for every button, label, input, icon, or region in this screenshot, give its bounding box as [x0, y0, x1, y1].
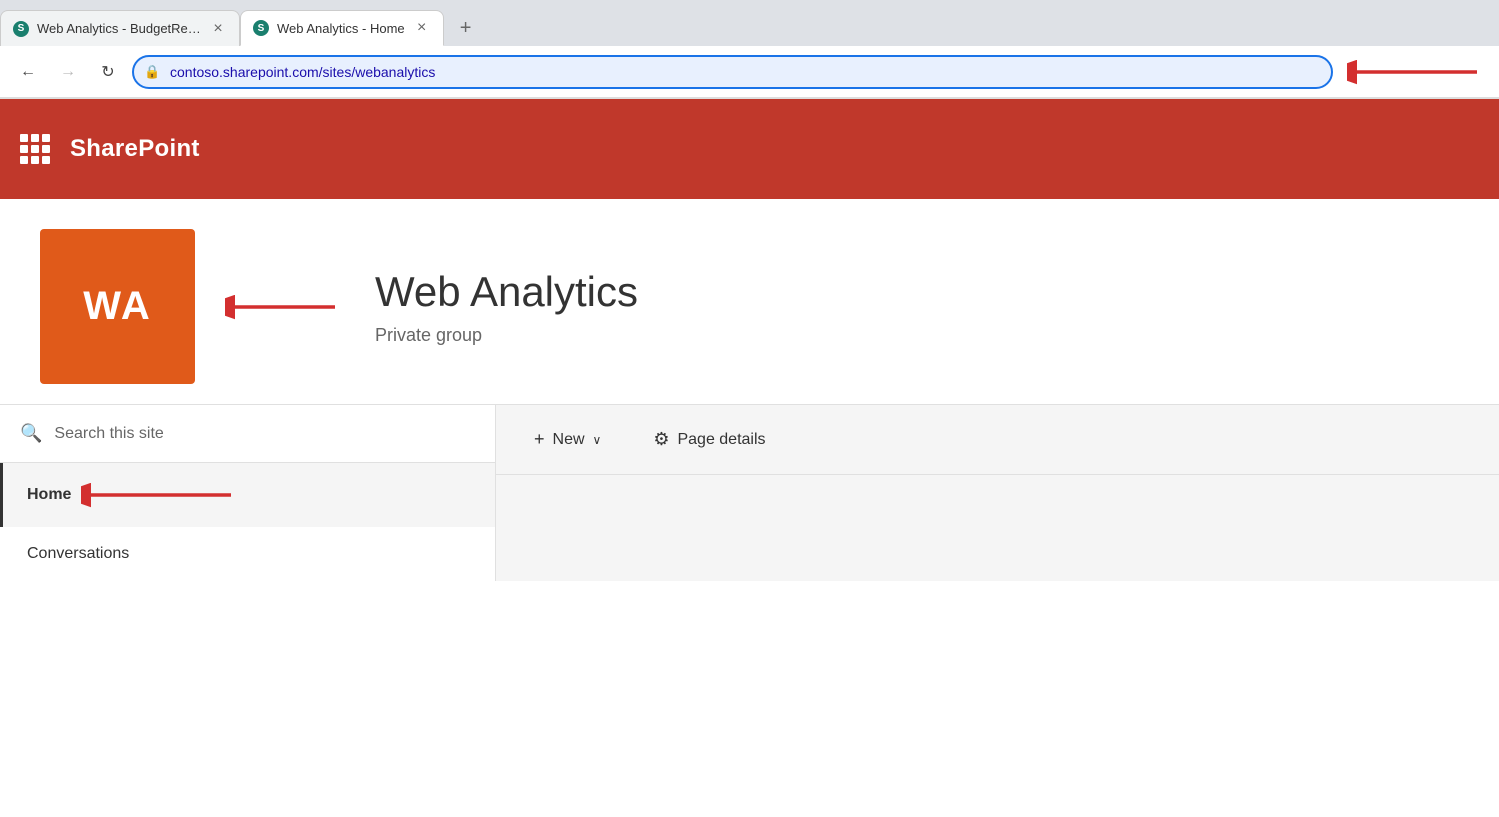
- address-bar[interactable]: [132, 55, 1333, 89]
- nav-item-home[interactable]: Home: [0, 463, 495, 527]
- logo-arrow-svg: [225, 292, 345, 322]
- nav-area: 🔍 Search this site Home Conversations: [0, 404, 1499, 581]
- browser-chrome: S Web Analytics - BudgetRequests × S Web…: [0, 0, 1499, 99]
- waffle-dot: [42, 145, 50, 153]
- tab-favicon-1: S: [13, 21, 29, 37]
- forward-button[interactable]: →: [52, 56, 84, 88]
- site-logo: WA: [40, 229, 195, 384]
- site-subtitle: Private group: [375, 325, 638, 346]
- waffle-dot: [31, 156, 39, 164]
- page-details-button[interactable]: ⚙ Page details: [639, 421, 779, 458]
- back-button[interactable]: ←: [12, 56, 44, 88]
- site-title: Web Analytics: [375, 267, 638, 317]
- waffle-dot: [20, 134, 28, 142]
- gear-icon: ⚙: [653, 429, 669, 450]
- waffle-dot: [31, 134, 39, 142]
- address-arrow-annotation: [1347, 57, 1487, 87]
- new-plus-icon: +: [534, 429, 545, 450]
- sharepoint-logo-text: SharePoint: [70, 135, 200, 163]
- waffle-button[interactable]: [20, 134, 50, 164]
- nav-items: Home Conversations: [0, 463, 495, 581]
- content-toolbar: + New ∨ ⚙ Page details: [496, 405, 1499, 475]
- new-button-label: New: [553, 431, 585, 449]
- tab-close-2[interactable]: ×: [413, 19, 431, 37]
- site-info: Web Analytics Private group: [375, 267, 638, 346]
- waffle-dot: [31, 145, 39, 153]
- waffle-dot: [42, 134, 50, 142]
- page-details-label: Page details: [677, 431, 765, 449]
- search-placeholder-text: Search this site: [54, 425, 163, 443]
- nav-item-conversations[interactable]: Conversations: [0, 527, 495, 581]
- search-box[interactable]: 🔍 Search this site: [0, 405, 495, 463]
- site-header: WA Web Analytics Private group: [0, 199, 1499, 384]
- search-icon: 🔍: [20, 423, 42, 444]
- address-bar-row: ← → ↻ 🔒: [0, 46, 1499, 98]
- tab-budget-requests[interactable]: S Web Analytics - BudgetRequests ×: [0, 10, 240, 46]
- tab-label-2: Web Analytics - Home: [277, 21, 405, 36]
- tab-label-1: Web Analytics - BudgetRequests: [37, 21, 201, 36]
- waffle-dot: [20, 145, 28, 153]
- tab-favicon-text-1: S: [18, 23, 25, 34]
- site-logo-initials: WA: [83, 284, 151, 329]
- nav-item-conversations-label: Conversations: [27, 545, 129, 563]
- lock-icon: 🔒: [144, 64, 160, 80]
- logo-arrow-annotation: [225, 292, 345, 322]
- home-arrow-svg: [81, 481, 241, 509]
- tab-close-1[interactable]: ×: [209, 20, 227, 38]
- tab-favicon-2: S: [253, 20, 269, 36]
- address-bar-wrapper: 🔒: [132, 55, 1333, 89]
- new-button[interactable]: + New ∨: [520, 421, 615, 458]
- waffle-dot: [42, 156, 50, 164]
- tab-favicon-text-2: S: [258, 23, 265, 34]
- nav-item-home-label: Home: [27, 486, 71, 504]
- address-arrow-svg: [1347, 57, 1487, 87]
- sharepoint-header: SharePoint: [0, 99, 1499, 199]
- new-chevron-icon: ∨: [593, 433, 602, 447]
- tab-bar: S Web Analytics - BudgetRequests × S Web…: [0, 0, 1499, 46]
- new-tab-button[interactable]: +: [448, 10, 484, 46]
- left-nav: 🔍 Search this site Home Conversations: [0, 405, 496, 581]
- tab-home[interactable]: S Web Analytics - Home ×: [240, 10, 444, 46]
- reload-button[interactable]: ↻: [92, 56, 124, 88]
- waffle-dot: [20, 156, 28, 164]
- main-content: + New ∨ ⚙ Page details: [496, 405, 1499, 581]
